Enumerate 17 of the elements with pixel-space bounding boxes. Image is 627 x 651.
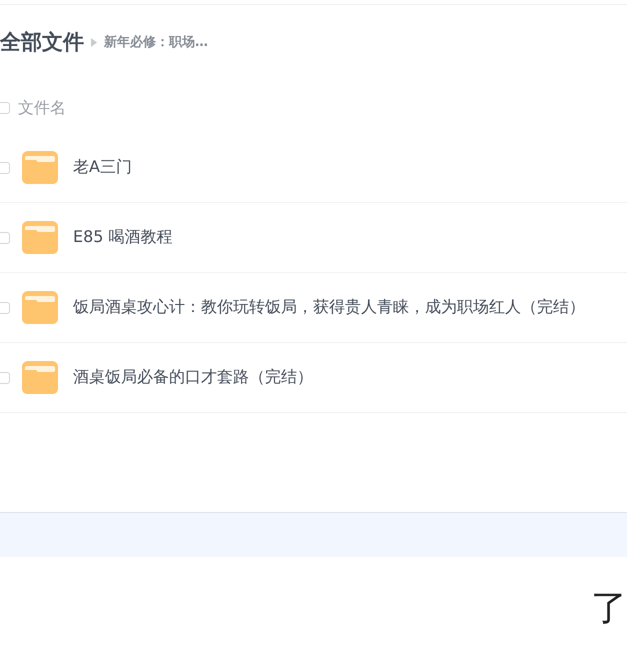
folder-icon xyxy=(22,361,58,394)
row-checkbox[interactable] xyxy=(0,162,10,174)
column-header: 文件名 xyxy=(18,98,66,118)
folder-icon xyxy=(22,291,58,324)
breadcrumb-root[interactable]: 全部文件 xyxy=(0,28,84,56)
file-name[interactable]: 饭局酒桌攻心计：教你玩转饭局，获得贵人青睐，成为职场红人（完结） xyxy=(73,297,585,318)
row-checkbox[interactable] xyxy=(0,302,10,314)
row-checkbox[interactable] xyxy=(0,232,10,244)
file-name[interactable]: E85 喝酒教程 xyxy=(73,227,173,248)
file-name[interactable]: 老A三门 xyxy=(73,157,132,178)
folder-icon xyxy=(22,151,58,184)
section-heading: 了 xyxy=(591,591,627,627)
caret-icon xyxy=(91,38,97,46)
file-name[interactable]: 酒桌饭局必备的口才套路（完结） xyxy=(73,367,313,388)
folder-icon xyxy=(22,221,58,254)
row-checkbox[interactable] xyxy=(0,372,10,384)
select-all-checkbox[interactable] xyxy=(0,102,10,114)
